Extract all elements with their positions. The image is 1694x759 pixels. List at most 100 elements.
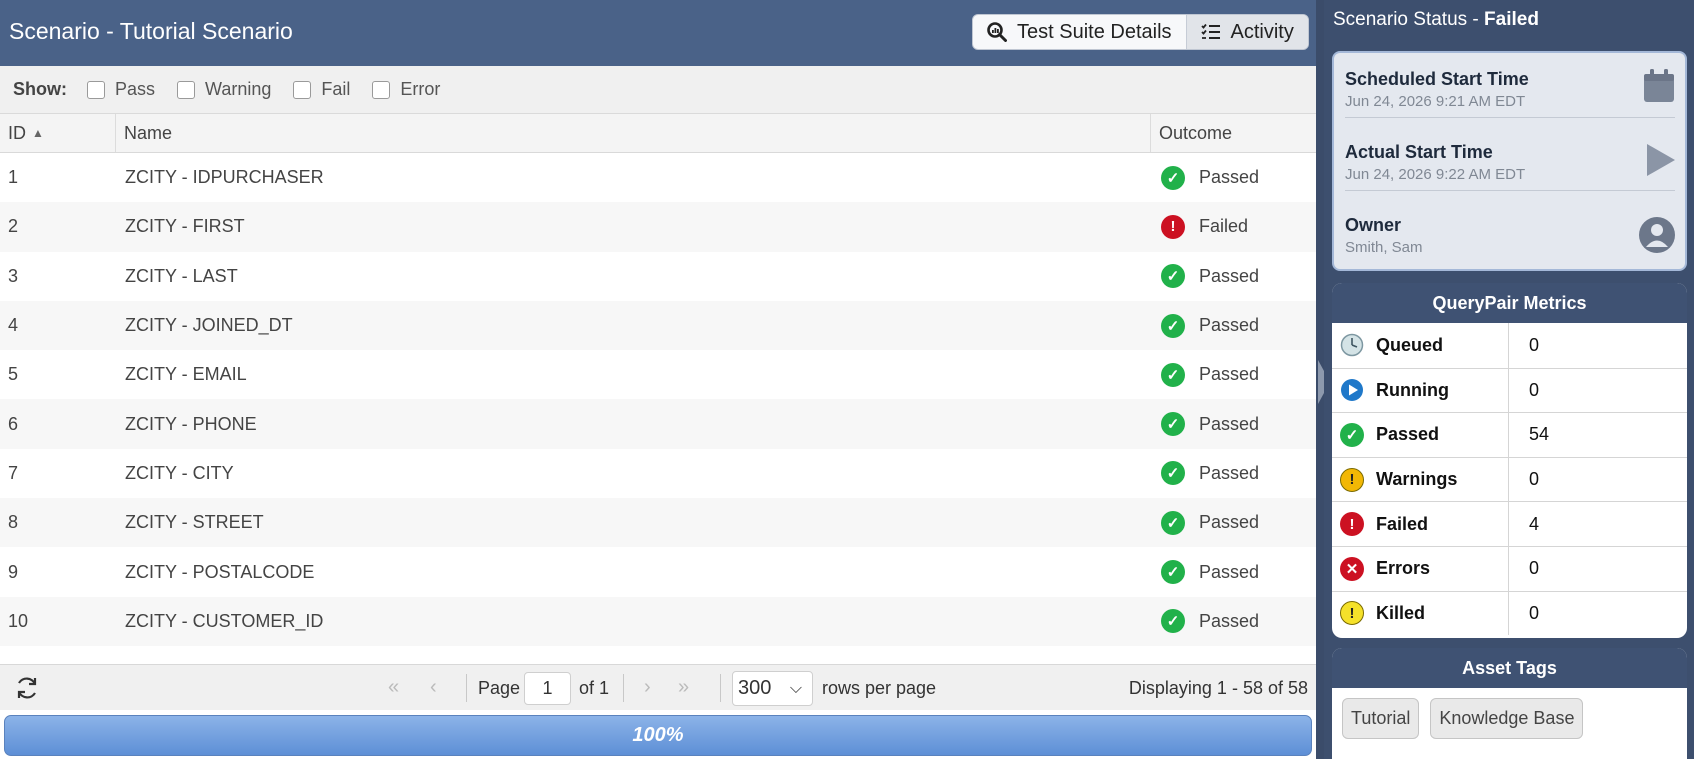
rows-per-page-value: 300	[738, 677, 772, 699]
table-row[interactable]: 8 ZCITY - STREET ✓ Passed	[0, 498, 1316, 548]
status-value: Failed	[1484, 9, 1539, 30]
metric-row: Running 0	[1332, 367, 1687, 413]
grid-header: ID ▲ Name Outcome	[0, 114, 1316, 153]
filter-error[interactable]: Error	[372, 79, 440, 100]
refresh-icon[interactable]	[14, 675, 40, 701]
filter-fail[interactable]: Fail	[293, 79, 350, 100]
owner-row: Owner Smith, Sam	[1345, 215, 1675, 256]
play-circle-icon	[1341, 379, 1363, 402]
row-id: 10	[8, 610, 29, 631]
rows-per-page-select[interactable]: 300 ⌵	[732, 671, 813, 706]
owner-value: Smith, Sam	[1345, 239, 1423, 256]
metrics-table: Queued 0 Running 0 ✓ Passed 54! Warnings 0! Faile…	[1332, 323, 1687, 636]
filter-warning[interactable]: Warning	[177, 79, 271, 100]
fail-checkbox[interactable]	[293, 80, 312, 99]
row-outcome: ✓ Passed	[1151, 449, 1316, 498]
metric-row: ✕ Errors 0	[1332, 545, 1687, 591]
actual-start-value: Jun 24, 2026 9:22 AM EDT	[1345, 166, 1526, 183]
tab-label: Activity	[1230, 20, 1294, 43]
row-id: 8	[8, 512, 19, 533]
sort-ascending-icon: ▲	[32, 126, 44, 140]
table-row[interactable]: 5 ZCITY - EMAIL ✓ Passed	[0, 350, 1316, 399]
tab-test-suite-details[interactable]: Test Suite Details	[973, 15, 1186, 49]
page-title: Scenario - Tutorial Scenario	[9, 18, 293, 44]
status-title-prefix: Scenario Status -	[1333, 9, 1485, 30]
next-page-icon[interactable]: ›	[644, 676, 651, 699]
failed-circle-icon: !	[1161, 214, 1185, 239]
column-header-id[interactable]: ID ▲	[0, 114, 116, 152]
scheduled-start-value: Jun 24, 2026 9:21 AM EDT	[1345, 93, 1526, 110]
tab-activity[interactable]: Activity	[1185, 15, 1308, 49]
tag-list: Tutorial Knowledge Base	[1332, 688, 1687, 739]
metric-name: ! Failed	[1332, 502, 1509, 546]
column-header-name[interactable]: Name	[116, 114, 1151, 152]
outcome-label: Failed	[1199, 216, 1249, 237]
grid-body: 1 ZCITY - IDPURCHASER ✓ Passed 2 ZCITY - FIRS…	[0, 153, 1316, 646]
row-id: 7	[8, 462, 19, 483]
owner-label: Owner	[1345, 215, 1402, 235]
last-page-icon[interactable]: »	[678, 676, 689, 699]
progress-label: 100%	[632, 724, 684, 746]
row-id: 5	[8, 364, 19, 385]
metric-row: ! Killed 0	[1332, 590, 1687, 636]
table-row[interactable]: 6 ZCITY - PHONE ✓ Passed	[0, 399, 1316, 449]
status-card: Scheduled Start Time Jun 24, 2026 9:21 A…	[1332, 51, 1687, 271]
table-row[interactable]: 2 ZCITY - FIRST! Failed	[0, 202, 1316, 252]
pass-checkbox[interactable]	[87, 80, 105, 99]
status-divider	[1345, 117, 1675, 118]
calendar-icon	[1644, 69, 1674, 102]
metric-value: 4	[1529, 513, 1540, 534]
metric-label: Passed	[1376, 424, 1440, 445]
filter-pass[interactable]: Pass	[87, 79, 155, 100]
metric-row: ✓ Passed 54	[1332, 412, 1687, 457]
metric-value: 0	[1529, 469, 1540, 490]
column-outcome-label: Outcome	[1159, 122, 1233, 143]
row-name: ZCITY - PHONE	[125, 413, 257, 434]
asset-tag[interactable]: Tutorial	[1342, 698, 1420, 739]
check-circle-icon: ✓	[1161, 264, 1185, 289]
outcome-label: Passed	[1199, 462, 1260, 483]
metric-row: ! Warnings 0	[1332, 456, 1687, 502]
actual-start-label: Actual Start Time	[1345, 142, 1493, 162]
row-outcome: ✓ Passed	[1151, 399, 1316, 448]
table-row[interactable]: 10 ZCITY - CUSTOMER_ID ✓ Passed	[0, 596, 1316, 646]
check-circle-icon: ✓	[1161, 165, 1185, 190]
display-count: Displaying 1 - 58 of 58	[1128, 678, 1308, 698]
row-outcome: ✓ Passed	[1151, 350, 1316, 399]
metric-label: Errors	[1376, 558, 1431, 579]
filter-error-label: Error	[400, 79, 441, 99]
filter-fail-label: Fail	[321, 79, 351, 99]
tab-label: Test Suite Details	[1017, 20, 1172, 43]
metric-name: ! Killed	[1332, 591, 1509, 636]
warning-circle-icon: !	[1340, 467, 1364, 492]
filter-warning-label: Warning	[205, 79, 272, 99]
error-checkbox[interactable]	[372, 80, 391, 99]
row-name: ZCITY - IDPURCHASER	[125, 167, 324, 188]
user-avatar-icon	[1639, 217, 1675, 253]
column-id-label: ID	[8, 122, 26, 143]
outcome-label: Passed	[1199, 413, 1260, 434]
page-number-input[interactable]: 1	[524, 672, 571, 705]
check-circle-icon: ✓	[1161, 510, 1185, 535]
check-circle-icon: ✓	[1161, 412, 1185, 437]
play-icon	[1647, 144, 1675, 176]
table-row[interactable]: 3 ZCITY - LAST ✓ Passed	[0, 252, 1316, 301]
prev-page-icon[interactable]: ‹	[430, 676, 437, 699]
metric-name: Running	[1332, 368, 1509, 413]
table-row[interactable]: 1 ZCITY - IDPURCHASER ✓ Passed	[0, 153, 1316, 202]
column-header-outcome[interactable]: Outcome	[1151, 114, 1316, 152]
column-name-label: Name	[124, 122, 173, 143]
scheduled-start-label: Scheduled Start Time	[1345, 69, 1529, 89]
table-row[interactable]: 7 ZCITY - CITY ✓ Passed	[0, 449, 1316, 498]
table-row[interactable]: 4 ZCITY - JOINED_DT ✓ Passed	[0, 300, 1316, 351]
metric-value: 0	[1529, 602, 1540, 623]
warning-checkbox[interactable]	[177, 80, 196, 99]
pager-divider	[623, 674, 624, 702]
clock-icon	[1340, 334, 1364, 357]
metric-label: Running	[1376, 379, 1449, 400]
row-outcome: ✓ Passed	[1151, 153, 1316, 202]
asset-tag[interactable]: Knowledge Base	[1430, 698, 1584, 739]
first-page-icon[interactable]: «	[388, 676, 399, 699]
table-row[interactable]: 9 ZCITY - POSTALCODE ✓ Passed	[0, 547, 1316, 596]
row-outcome: ! Failed	[1151, 202, 1316, 251]
